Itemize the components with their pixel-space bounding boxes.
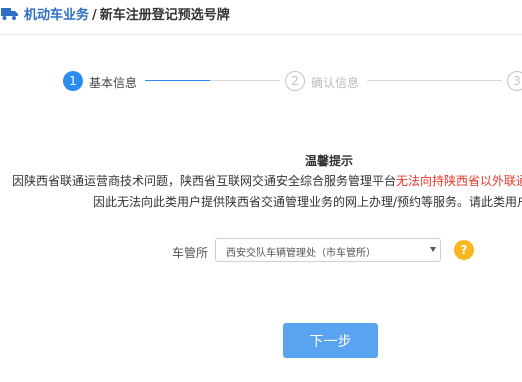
step-1-label: 基本信息 <box>89 76 138 90</box>
step-connector <box>367 80 502 81</box>
step-2-circle: 2 <box>285 71 305 91</box>
step-1-circle: 1 <box>63 71 83 91</box>
header-bar: 机动车业务 / 新车注册登记预选号牌 <box>0 0 522 30</box>
notice-text-line-2: 因此无法向此类用户提供陕西省交通管理业务的网上办理/预约等服务。请此类用户避免 <box>93 195 522 209</box>
breadcrumb-current-page: 新车注册登记预选号牌 <box>99 8 230 23</box>
notice-title: 温馨提示 <box>305 154 354 168</box>
breadcrumb-separator: / <box>92 8 97 23</box>
notice-text-line-1: 因陕西省联通运营商技术问题，陕西省互联网交通安全综合服务管理平台无法向持陕西省以… <box>12 172 522 189</box>
notice-text: 因陕西省联通运营商技术问题，陕西省互联网交通安全综合服务管理平台 <box>12 174 397 188</box>
next-step-button[interactable]: 下一步 <box>283 323 378 358</box>
page: 机动车业务 / 新车注册登记预选号牌 1 基本信息 2 确认信息 3 温馨提示 因陕… <box>0 0 522 382</box>
office-select-value: 西安交队车辆管理处（市车管所） <box>226 248 376 259</box>
breadcrumb: 机动车业务 / 新车注册登记预选号牌 <box>24 4 230 23</box>
header-divider <box>0 34 522 35</box>
truck-icon <box>1 6 18 20</box>
step-3-circle: 3 <box>507 71 522 91</box>
breadcrumb-section-link[interactable]: 机动车业务 <box>24 8 89 23</box>
help-icon[interactable]: ? <box>454 240 474 260</box>
office-select[interactable]: 西安交队车辆管理处（市车管所） <box>215 238 441 262</box>
chevron-down-icon <box>430 247 436 252</box>
notice-warning-text: 无法向持陕西省以外联通手 <box>396 174 522 188</box>
step-connector <box>210 80 280 81</box>
step-connector-active <box>145 80 210 81</box>
office-field-label: 车管所 <box>172 246 209 260</box>
step-2-label: 确认信息 <box>311 76 360 90</box>
